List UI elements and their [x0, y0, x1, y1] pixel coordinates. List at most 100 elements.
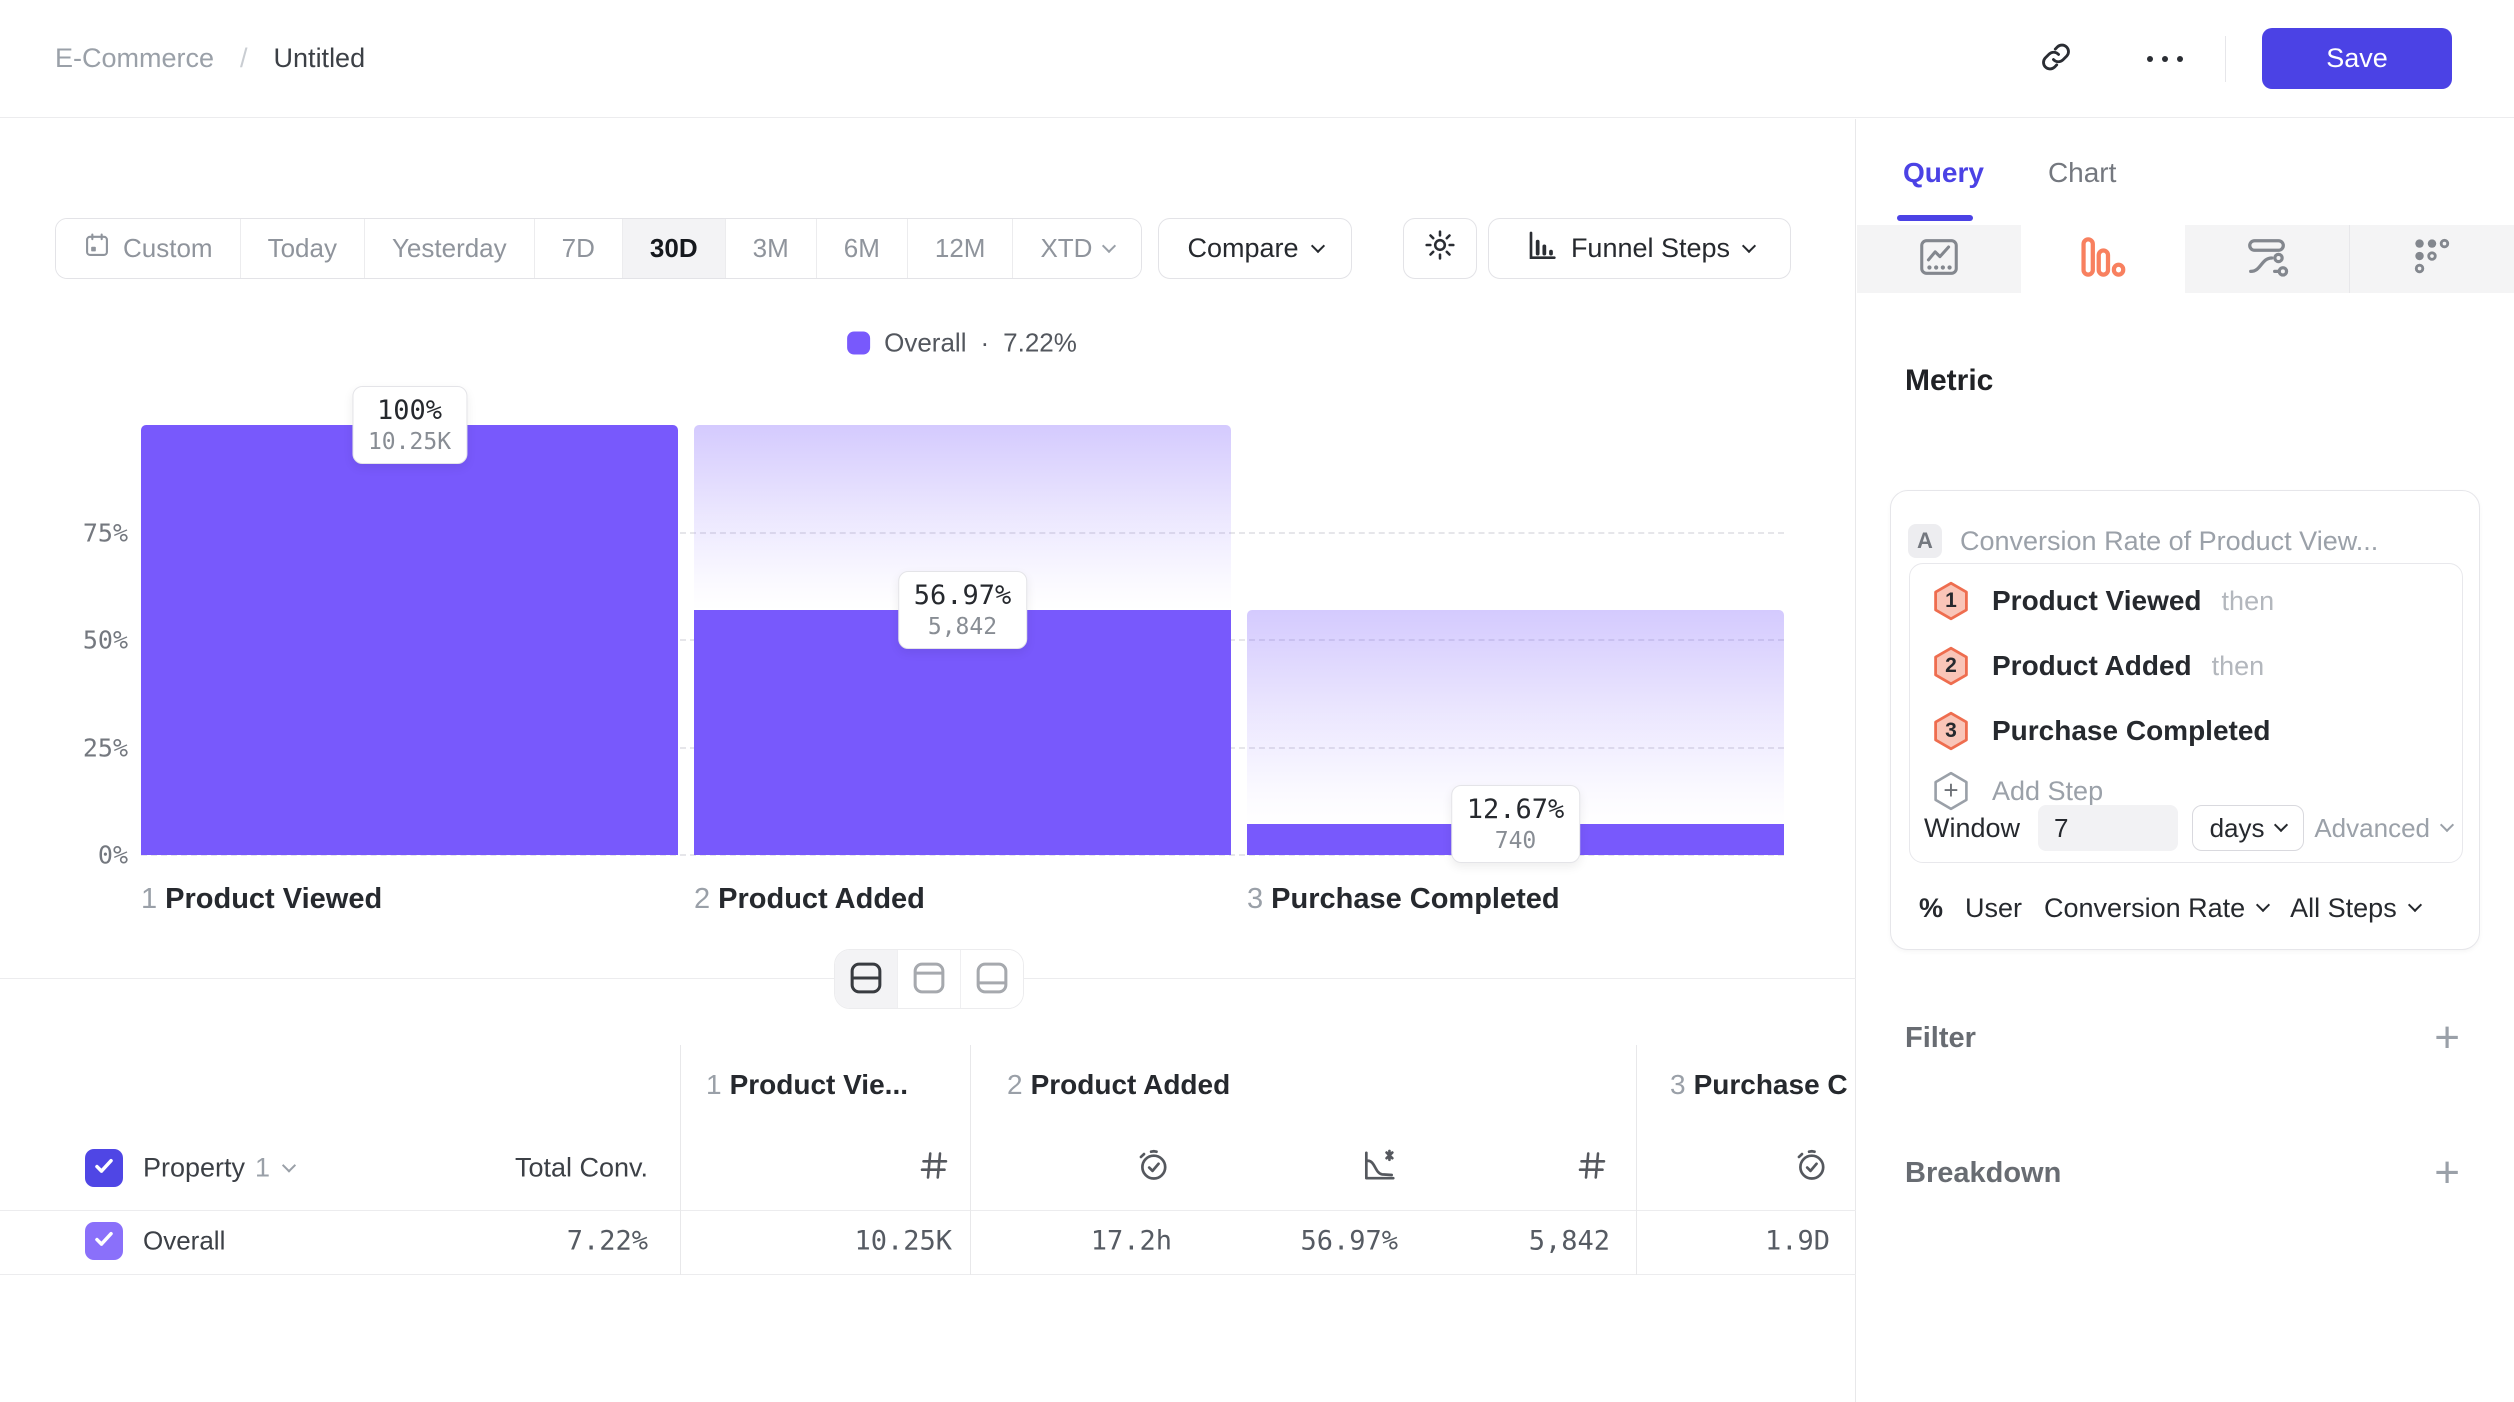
step-number: 1	[141, 883, 157, 915]
chevron-down-icon	[2256, 898, 2270, 912]
step-name: Product Viewed	[165, 883, 382, 915]
step-axis-label: 1Product Viewed	[141, 883, 382, 916]
window-value-input[interactable]	[2038, 805, 2178, 851]
group-step-number: 3	[1670, 1069, 1686, 1100]
chevron-down-icon	[2274, 818, 2288, 832]
add-step-label: Add Step	[1992, 776, 2103, 807]
step-number: 2	[694, 883, 710, 915]
funnel-steps-card: 1 Product Viewed then 2 Product Added then 3 Pu…	[1909, 563, 2463, 863]
group-step-name: Purchase C	[1694, 1069, 1848, 1100]
tab-chart[interactable]: Chart	[2048, 157, 2116, 189]
step-name: Purchase Completed	[1271, 883, 1559, 915]
table-top-icon	[911, 960, 947, 999]
measured-as-actor[interactable]: User	[1965, 893, 2022, 924]
table-row-total-conv: 7.22%	[567, 1226, 648, 1257]
table-step-group-header: 2 Product Added	[1007, 1069, 1230, 1101]
y-axis-tick: 50%	[56, 626, 128, 655]
filter-section-label: Filter	[1905, 1022, 1976, 1055]
tooltip-count: 740	[1467, 828, 1565, 854]
table-cell-value: 1.9D	[1765, 1226, 1830, 1257]
step-event-name: Product Added	[1992, 650, 2192, 682]
conversion-window-row: Window days Advanced	[1924, 805, 2452, 851]
page-title[interactable]: Untitled	[274, 43, 366, 74]
breakdown-section: Breakdown +	[1905, 1152, 2460, 1194]
funnel-icon	[2078, 234, 2128, 285]
step-connector: then	[2222, 586, 2275, 617]
funnel-bar-step-1[interactable]	[141, 425, 678, 855]
breadcrumb-separator: /	[240, 43, 248, 74]
add-breakdown-button[interactable]: +	[2434, 1155, 2460, 1191]
step-event-name: Purchase Completed	[1992, 715, 2271, 747]
metric-step-3[interactable]: 3 Purchase Completed	[1930, 709, 2271, 753]
table-cell-value: 17.2h	[1091, 1226, 1172, 1257]
ellipsis-icon	[2177, 56, 2183, 62]
table-bottom-icon	[974, 960, 1010, 999]
measure-select[interactable]: Conversion Rate	[2044, 893, 2268, 924]
time-check-icon[interactable]	[1134, 1147, 1172, 1190]
step-badge-number: 2	[1930, 645, 1972, 687]
step-hexagon-badge: 2	[1930, 645, 1972, 687]
table-header-border	[0, 1210, 1856, 1211]
percent-icon: %	[1919, 893, 1943, 924]
step-badge-number: 1	[1930, 580, 1972, 622]
breakdown-section-label: Breakdown	[1905, 1157, 2061, 1190]
property-column-header[interactable]: Property 1	[143, 1153, 294, 1184]
metric-step-1[interactable]: 1 Product Viewed then	[1930, 579, 2274, 623]
layout-toggle-group	[834, 949, 1024, 1009]
group-step-name: Product Added	[1031, 1069, 1231, 1100]
step-connector: then	[2212, 651, 2265, 682]
tooltip-conversion-pct: 100%	[368, 395, 451, 426]
tooltip-conversion-pct: 12.67%	[1467, 794, 1565, 825]
window-unit-select[interactable]: days	[2192, 805, 2304, 851]
table-cell-value: 10.25K	[854, 1226, 952, 1257]
time-check-icon[interactable]	[1792, 1147, 1830, 1190]
save-button[interactable]: Save	[2262, 28, 2452, 89]
group-step-number: 1	[706, 1069, 722, 1100]
table-row-name[interactable]: Overall	[143, 1226, 225, 1257]
step-name: Product Added	[718, 883, 925, 915]
metric-title: Conversion Rate of Product View...	[1960, 526, 2378, 557]
conversion-chart-icon[interactable]	[1360, 1147, 1398, 1190]
measure-label: Conversion Rate	[2044, 893, 2245, 924]
layout-split-view-button[interactable]	[835, 950, 898, 1008]
metric-step-2[interactable]: 2 Product Added then	[1930, 644, 2264, 688]
bar-value-tooltip: 12.67% 740	[1451, 785, 1581, 863]
metric-title-row[interactable]: A Conversion Rate of Product View...	[1908, 519, 2378, 563]
ellipsis-icon	[2147, 56, 2153, 62]
window-label: Window	[1924, 813, 2020, 844]
hash-icon[interactable]	[1574, 1148, 1610, 1189]
select-all-checkbox[interactable]	[85, 1149, 123, 1187]
chart-type-stickiness[interactable]	[2349, 225, 2514, 293]
hash-icon[interactable]	[916, 1148, 952, 1189]
total-conv-column-header[interactable]: Total Conv.	[515, 1153, 648, 1184]
table-cell-value: 5,842	[1529, 1226, 1610, 1257]
filter-section: Filter +	[1905, 1017, 2460, 1059]
step-event-name: Product Viewed	[1992, 585, 2202, 617]
layout-table-bottom-button[interactable]	[961, 950, 1023, 1008]
tab-query[interactable]: Query	[1903, 157, 1984, 189]
step-hexagon-badge: 3	[1930, 710, 1972, 752]
table-step-group-header: 3 Purchase C	[1670, 1069, 1848, 1101]
chevron-down-icon	[2408, 898, 2422, 912]
chart-type-tabs	[1857, 225, 2514, 293]
more-options-button[interactable]	[2147, 56, 2183, 62]
layout-table-top-button[interactable]	[898, 950, 961, 1008]
group-step-number: 2	[1007, 1069, 1023, 1100]
share-link-button[interactable]	[2039, 40, 2073, 77]
chart-type-line-chart[interactable]	[1857, 225, 2021, 293]
step-hexagon-badge: 1	[1930, 580, 1972, 622]
add-filter-button[interactable]: +	[2434, 1020, 2460, 1056]
chart-type-funnel[interactable]	[2021, 225, 2185, 293]
line-chart-icon	[1916, 234, 1962, 285]
tooltip-count: 5,842	[914, 614, 1012, 640]
active-tab-underline	[1897, 215, 1973, 221]
step-number: 3	[1247, 883, 1263, 915]
chart-type-retention[interactable]	[2185, 225, 2349, 293]
breadcrumb-project[interactable]: E-Commerce	[55, 43, 214, 74]
row-checkbox-overall[interactable]	[85, 1222, 123, 1260]
step-axis-label: 3Purchase Completed	[1247, 883, 1560, 916]
steps-scope-select[interactable]: All Steps	[2290, 893, 2420, 924]
advanced-toggle[interactable]: Advanced	[2314, 813, 2452, 844]
chevron-down-icon	[2440, 818, 2454, 832]
steps-scope-label: All Steps	[2290, 893, 2397, 924]
